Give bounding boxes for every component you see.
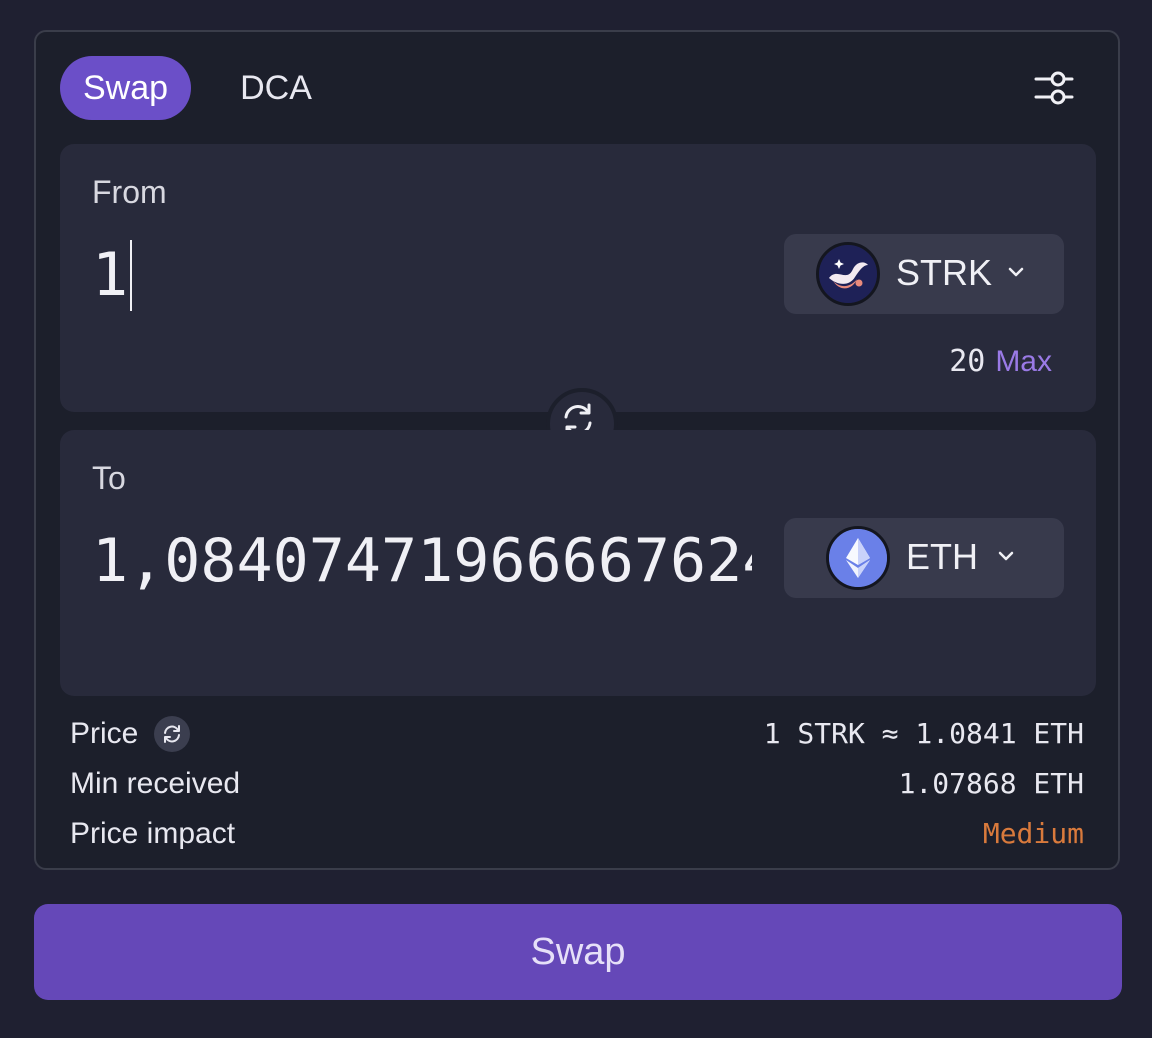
text-caret [130,240,133,312]
price-impact-row: Price impact Medium [70,814,1084,854]
tab-swap[interactable]: Swap [60,56,191,120]
swap-button[interactable]: Swap [34,904,1122,1000]
to-token-selector[interactable]: ETH [784,518,1064,598]
price-label: Price [70,717,139,750]
refresh-icon [164,725,180,743]
price-impact-label: Price impact [70,817,236,850]
starknet-logo-icon [816,242,880,306]
chevron-down-icon [1008,267,1024,277]
settings-button[interactable] [1034,70,1074,106]
to-amount-output: 1,08407471966667624 [92,526,752,596]
min-received-label: Min received [70,767,241,800]
to-token-symbol: ETH [906,536,978,577]
from-token-symbol: STRK [896,252,993,293]
price-value: 1 STRK ≈ 1.0841 ETH [763,717,1084,750]
chevron-down-icon [998,551,1014,561]
from-amount-input[interactable]: 1 [92,240,732,312]
to-label: To [92,460,126,496]
swap-card: Swap DCA From 1 STRK 20 Max To 1,0840747… [34,30,1120,870]
min-received-row: Min received 1.07868 ETH [70,764,1084,804]
ethereum-logo-icon [826,526,890,590]
price-row: Price 1 STRK ≈ 1.0841 ETH [70,714,1084,754]
to-panel: To 1,08407471966667624 ETH [60,430,1096,696]
from-balance: 20 Max [949,344,1052,379]
tab-dca[interactable]: DCA [226,56,326,120]
max-button[interactable]: Max [995,345,1052,378]
sliders-icon [1034,71,1074,105]
from-balance-value: 20 [949,344,986,379]
from-panel: From 1 STRK 20 Max [60,144,1096,412]
from-token-selector[interactable]: STRK [784,234,1064,314]
from-label: From [92,174,167,210]
min-received-value: 1.07868 ETH [898,767,1084,800]
price-refresh-button[interactable] [154,716,190,752]
from-amount-value: 1 [92,240,129,310]
price-impact-value: Medium [982,817,1084,850]
